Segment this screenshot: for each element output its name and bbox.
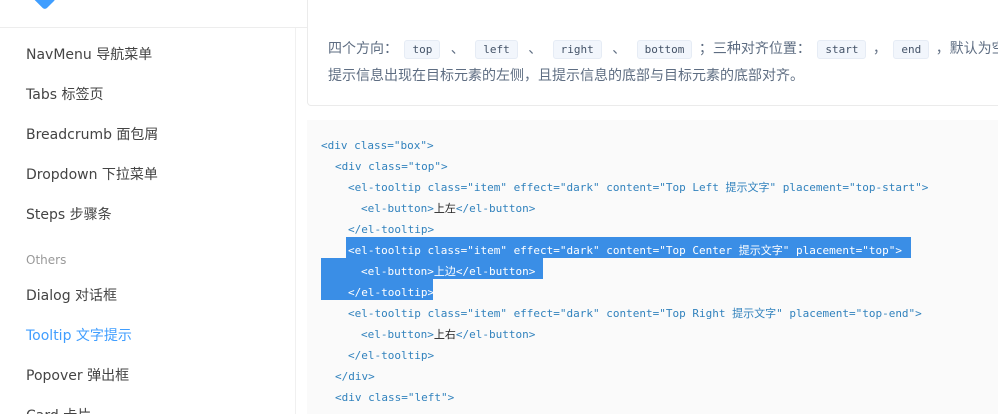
description-line-2: 提示信息出现在目标元素的左侧，且提示信息的底部与目标元素的底部对齐。 <box>328 68 804 84</box>
code-open-tag: <el-button> <box>361 265 434 278</box>
sidebar-item-breadcrumb[interactable]: Breadcrumb 面包屑 <box>26 124 158 144</box>
sidebar-item-tabs[interactable]: Tabs 标签页 <box>26 84 103 104</box>
logo[interactable] <box>27 0 57 11</box>
code-line: </el-tooltip> <box>348 349 435 362</box>
code-close-tag: </el-button> <box>455 328 536 341</box>
sidebar-item-dropdown[interactable]: Dropdown 下拉菜单 <box>26 164 158 184</box>
code-line: <el-button>上边</el-button> <box>361 261 535 282</box>
sidebar-item-steps[interactable]: Steps 步骤条 <box>26 204 112 224</box>
code-line: </el-tooltip> <box>348 223 435 236</box>
code-button-text: 上右 <box>433 328 456 341</box>
separator: 、 <box>612 41 627 57</box>
code-line: <el-tooltip class="item" effect="dark" c… <box>348 307 922 320</box>
code-line: </div> <box>335 370 375 383</box>
sidebar-item-dialog[interactable]: Dialog 对话框 <box>26 285 117 305</box>
chip-top: top <box>404 40 441 59</box>
code-block[interactable]: <div class="box"> <div class="top"> <el-… <box>307 120 998 414</box>
code-close-tag: </el-button> <box>455 202 536 215</box>
chip-right: right <box>552 40 602 59</box>
chip-left: left <box>475 40 518 59</box>
default-empty-text: ，默认为空。如 <box>935 41 998 57</box>
comma: ， <box>872 41 887 57</box>
code-line: </el-tooltip> <box>348 286 435 299</box>
code-line: <div class="left"> <box>335 391 455 404</box>
code-button-text: 上左 <box>433 202 456 215</box>
code-open-tag: <el-button> <box>361 202 434 215</box>
chip-end: end <box>893 40 930 59</box>
sidebar-item-card[interactable]: Card 卡片 <box>26 405 91 414</box>
description-panel: 四个方向： top 、 left 、 right 、 bottom ；三种对齐位… <box>307 0 998 106</box>
separator: 、 <box>528 41 543 57</box>
description-line-1: 四个方向： top 、 left 、 right 、 bottom ；三种对齐位… <box>328 38 998 59</box>
code-line: <el-button>上左</el-button> <box>361 198 535 219</box>
directions-label: 四个方向： <box>328 41 398 57</box>
code-line: <el-tooltip class="item" effect="dark" c… <box>348 244 902 257</box>
code-line: <div class="box"> <box>321 139 434 152</box>
code-line: <el-button>上右</el-button> <box>361 324 535 345</box>
sidebar-item-popover[interactable]: Popover 弹出框 <box>26 365 129 385</box>
chip-bottom: bottom <box>636 40 693 59</box>
separator: 、 <box>450 41 465 57</box>
alignments-label: ；三种对齐位置： <box>698 41 811 57</box>
sidebar-group-others: Others <box>26 253 67 267</box>
code-line: <div class="top"> <box>335 160 448 173</box>
code-line: <el-tooltip class="item" effect="dark" c… <box>348 181 929 194</box>
chip-start: start <box>817 40 867 59</box>
sidebar-item-tooltip[interactable]: Tooltip 文字提示 <box>26 325 132 345</box>
code-button-text: 上边 <box>433 265 456 278</box>
code-open-tag: <el-button> <box>361 328 434 341</box>
code-close-tag: </el-button> <box>455 265 536 278</box>
sidebar-item-navmenu[interactable]: NavMenu 导航菜单 <box>26 44 152 64</box>
sidebar: NavMenu 导航菜单 Tabs 标签页 Breadcrumb 面包屑 Dro… <box>0 28 296 414</box>
